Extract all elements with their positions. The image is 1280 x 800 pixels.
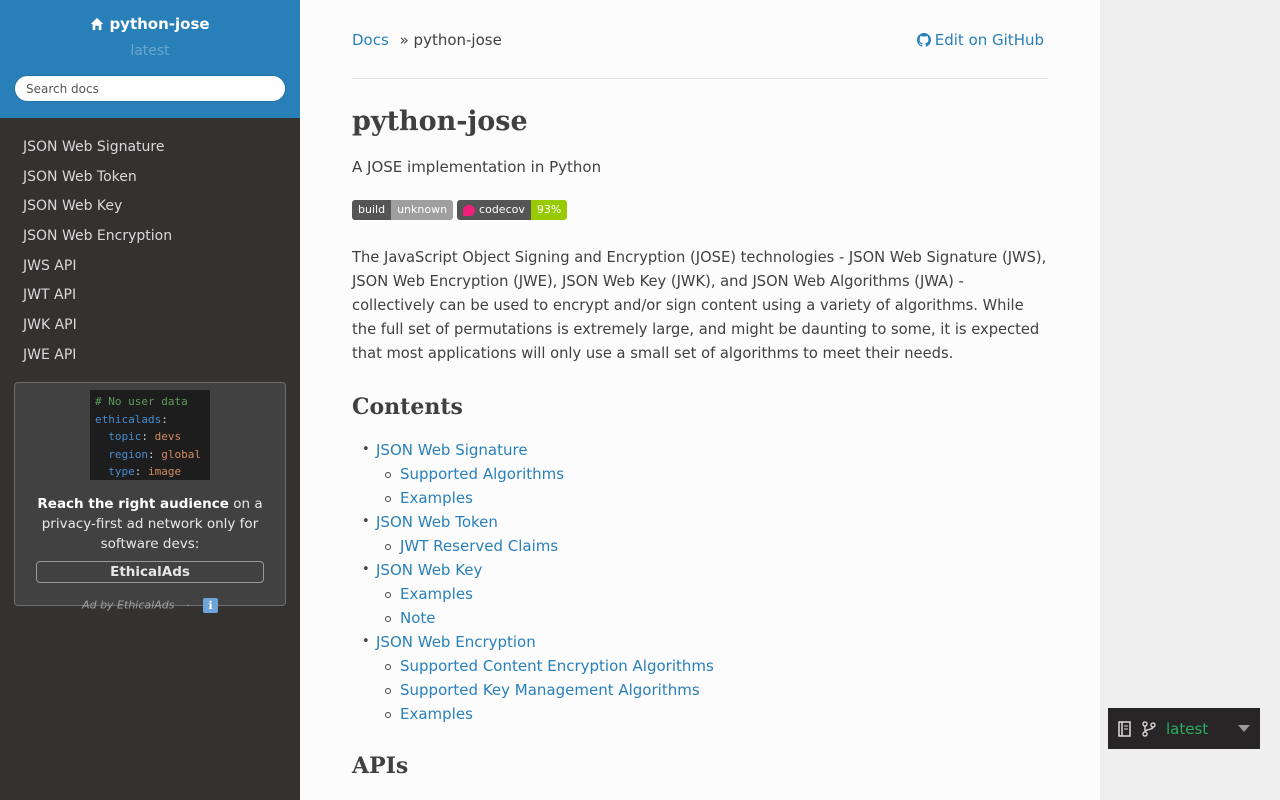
ad-code-key: region bbox=[108, 447, 148, 461]
ad-footer: Ad by EthicalAds · ℹ bbox=[15, 598, 285, 613]
ad-box: # No user data ethicalads: topic: devs r… bbox=[14, 382, 286, 613]
contents-heading: Contents bbox=[352, 394, 463, 420]
sidebar-nav-item[interactable]: JWE API bbox=[0, 341, 300, 371]
badge-label: build bbox=[352, 200, 392, 220]
toc-sublink[interactable]: Examples bbox=[400, 489, 473, 507]
toc-item: JSON Web Encryption Supported Content Enc… bbox=[352, 630, 1048, 726]
ad-code-key: topic bbox=[108, 430, 142, 443]
badge-value: 93% bbox=[530, 200, 568, 220]
sidebar-nav-item[interactable]: JWS API bbox=[0, 252, 300, 282]
toc-subitem: Supported Key Management Algorithms bbox=[376, 678, 1048, 702]
toc-subitem: Supported Content Encryption Algorithms bbox=[376, 654, 1048, 678]
home-icon bbox=[91, 17, 104, 31]
sidebar-nav-item[interactable]: JWT API bbox=[0, 281, 300, 311]
toc-item: JSON Web Key Examples Note bbox=[352, 558, 1048, 630]
breadcrumb: Docs » python-jose Edit on GitHub bbox=[352, 0, 1048, 79]
ad-code-comment: # No user data bbox=[95, 395, 188, 408]
main-content: Docs » python-jose Edit on GitHub python… bbox=[300, 0, 1100, 800]
sidebar-nav-item[interactable]: JWK API bbox=[0, 311, 300, 341]
toc-sublink[interactable]: Examples bbox=[400, 585, 473, 603]
book-icon bbox=[1118, 720, 1131, 737]
ad-code-value: image bbox=[148, 465, 182, 478]
edit-on-github-label: Edit on GitHub bbox=[934, 31, 1044, 49]
info-icon[interactable]: ℹ bbox=[202, 598, 218, 613]
search-input[interactable] bbox=[14, 75, 286, 102]
table-of-contents: JSON Web Signature Supported Algorithms Ex… bbox=[352, 438, 1048, 726]
toc-sublink[interactable]: Examples bbox=[400, 705, 473, 723]
edit-on-github-link[interactable]: Edit on GitHub bbox=[916, 31, 1044, 49]
page-title: python-jose bbox=[352, 106, 528, 137]
document: Docs » python-jose Edit on GitHub python… bbox=[352, 0, 1048, 779]
sidebar: python-jose latest JSON Web SignatureJSO… bbox=[0, 0, 300, 800]
ad-headline: Reach the right audience bbox=[37, 496, 229, 512]
project-link[interactable]: python-jose bbox=[90, 15, 210, 33]
toc-item: JSON Web Signature Supported Algorithms Ex… bbox=[352, 438, 1048, 510]
toc-sublink[interactable]: Supported Content Encryption Algorithms bbox=[400, 657, 714, 675]
toc-subitem: Examples bbox=[376, 582, 1048, 606]
sidebar-header: python-jose latest bbox=[0, 0, 300, 118]
ethicalads-button[interactable]: EthicalAds bbox=[36, 561, 264, 583]
ad-code-key: type bbox=[108, 465, 135, 478]
sidebar-nav-item[interactable]: JSON Web Signature bbox=[0, 133, 300, 163]
status-badge[interactable]: codecov 93% bbox=[457, 200, 568, 220]
toc-sublink[interactable]: Note bbox=[400, 609, 436, 627]
ad-text[interactable]: Reach the right audience on a privacy-fi… bbox=[15, 494, 285, 554]
badge-label: codecov bbox=[457, 200, 531, 220]
badge-label-text: build bbox=[358, 203, 386, 216]
ad-code-root: ethicalads bbox=[95, 412, 162, 426]
intro-paragraph: The JavaScript Object Signing and Encryp… bbox=[352, 249, 1047, 362]
ad-image[interactable]: # No user data ethicalads: topic: devs r… bbox=[90, 390, 210, 480]
sidebar-nav-item[interactable]: JSON Web Token bbox=[0, 163, 300, 193]
apis-heading: APIs bbox=[352, 753, 409, 779]
ad-footer-separator: · bbox=[185, 598, 190, 612]
github-icon bbox=[916, 33, 931, 47]
breadcrumb-docs-link[interactable]: Docs bbox=[352, 31, 389, 49]
git-branch-icon bbox=[1142, 720, 1156, 737]
toc-subitem: Note bbox=[376, 606, 1048, 630]
toc-subitem: Examples bbox=[376, 702, 1048, 726]
toc-link[interactable]: JSON Web Key bbox=[376, 561, 482, 579]
ad-attribution[interactable]: Ad by EthicalAds bbox=[82, 599, 174, 612]
toc-sublink[interactable]: JWT Reserved Claims bbox=[400, 537, 558, 555]
right-gutter bbox=[1100, 0, 1280, 800]
toc-subitem: JWT Reserved Claims bbox=[376, 534, 1048, 558]
badges: build unknown codecov 93% bbox=[352, 200, 1048, 220]
toc-link[interactable]: JSON Web Encryption bbox=[376, 633, 536, 651]
toc-subitem: Supported Algorithms bbox=[376, 462, 1048, 486]
flyout-version-label: latest bbox=[1166, 719, 1209, 738]
project-name: python-jose bbox=[109, 15, 210, 33]
badge-value: unknown bbox=[391, 200, 454, 220]
badge-label-text: codecov bbox=[479, 203, 525, 216]
caret-down-icon bbox=[1238, 725, 1250, 732]
status-badge[interactable]: build unknown bbox=[352, 200, 454, 220]
toc-sublink[interactable]: Supported Algorithms bbox=[400, 465, 564, 483]
ad-code-value: devs bbox=[154, 430, 182, 443]
sidebar-nav-item[interactable]: JSON Web Encryption bbox=[0, 222, 300, 252]
page-tagline: A JOSE implementation in Python bbox=[352, 158, 602, 176]
toc-link[interactable]: JSON Web Token bbox=[376, 513, 498, 531]
version-label: latest bbox=[130, 43, 170, 59]
toc-item: JSON Web Token JWT Reserved Claims bbox=[352, 510, 1048, 558]
breadcrumb-current: python-jose bbox=[413, 31, 502, 49]
ad-code-value: global bbox=[161, 447, 201, 461]
toc-link[interactable]: JSON Web Signature bbox=[376, 441, 528, 459]
sidebar-nav: JSON Web Signature JSON Web Token JSON Web… bbox=[0, 133, 300, 371]
toc-sublink[interactable]: Supported Key Management Algorithms bbox=[400, 681, 700, 699]
version-flyout[interactable]: latest bbox=[1108, 708, 1260, 749]
toc-subitem: Examples bbox=[376, 486, 1048, 510]
sidebar-nav-item[interactable]: JSON Web Key bbox=[0, 192, 300, 222]
codecov-icon bbox=[463, 204, 476, 216]
breadcrumb-separator: » bbox=[399, 31, 409, 49]
